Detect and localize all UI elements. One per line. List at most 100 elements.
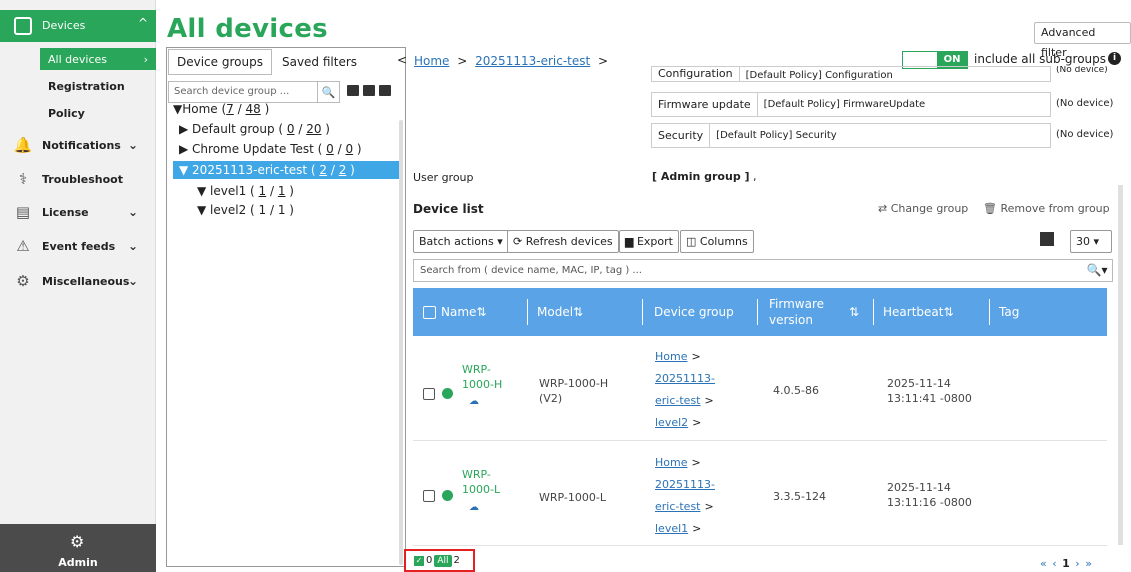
page-size-select[interactable]: 30 ▾: [1070, 230, 1112, 253]
user-group-label: User group: [413, 171, 474, 184]
folder-add-icon[interactable]: [379, 85, 391, 96]
group-link[interactable]: 20251113-: [655, 372, 715, 385]
batch-actions-button[interactable]: Batch actions ▾: [413, 230, 509, 253]
chevron-down-icon: ⌄: [127, 205, 138, 219]
collapse-panel-button[interactable]: <: [397, 53, 407, 67]
select-all-checkbox[interactable]: [423, 305, 436, 319]
policy-configuration[interactable]: Configuration [Default Policy] Configura…: [651, 66, 1051, 82]
current-page[interactable]: 1: [1062, 557, 1071, 570]
device-search[interactable]: Search from ( device name, MAC, IP, tag …: [413, 259, 1113, 282]
tab-device-groups[interactable]: Device groups: [168, 49, 272, 75]
tree-node-sep: /: [266, 184, 278, 198]
table-row[interactable]: WRP- 1000-L ☁ WRP-1000-L Home > 20251113-…: [413, 442, 1107, 546]
column-separator: [757, 299, 758, 325]
grid-view-icon[interactable]: [1040, 232, 1054, 246]
tree-node-chrome-update-test[interactable]: ▶ Chrome Update Test ( 0 / 0 ): [179, 140, 362, 158]
sidebar-item-notifications[interactable]: 🔔 Notifications ⌄: [0, 129, 156, 161]
policy-note: (No device): [1056, 98, 1114, 109]
folder-open-icon[interactable]: [363, 85, 375, 96]
group-link[interactable]: eric-test: [655, 500, 701, 513]
column-heartbeat[interactable]: Heartbeat ⇅: [873, 288, 954, 336]
sidebar-subitem-label: All devices: [48, 52, 107, 66]
chevron-up-icon: ^: [137, 16, 148, 30]
sidebar-item-miscellaneous[interactable]: ⚙ Miscellaneous ⌄: [0, 265, 156, 297]
search-icon[interactable]: 🔍: [317, 82, 339, 102]
policy-firmware-update[interactable]: Firmware update [Default Policy] Firmwar…: [651, 92, 1051, 117]
device-name-part: WRP-: [462, 363, 491, 376]
search-icon[interactable]: 🔍▾: [1082, 260, 1112, 281]
advanced-filter-button[interactable]: Advanced filter: [1034, 22, 1131, 59]
device-name-part: 1000-L: [462, 483, 501, 496]
sidebar-item-devices[interactable]: Devices ^: [0, 10, 156, 42]
sort-icon: ⇅: [849, 305, 860, 319]
sidebar-item-event-feeds[interactable]: ⚠ Event feeds ⌄: [0, 230, 156, 262]
tree-node-level1[interactable]: ▼ level1 ( 1 / 1 ): [197, 182, 294, 200]
group-link[interactable]: level2: [655, 416, 688, 429]
column-label: Firmware version: [769, 297, 824, 327]
tree-node-level2[interactable]: ▼ level2 ( 1 / 1 ): [197, 201, 294, 219]
tree-node-sep: /: [327, 163, 339, 177]
checked-icon: ✓: [414, 555, 424, 566]
row-checkbox[interactable]: [423, 490, 435, 502]
heartbeat: 2025-11-14 13:11:41 -0800: [887, 376, 972, 406]
model-part: WRP-1000-L: [539, 491, 606, 504]
device-name-link[interactable]: WRP- 1000-H: [462, 362, 512, 392]
tree-node-end: ): [353, 142, 362, 156]
tree-node-default-group[interactable]: ▶ Default group ( 0 / 20 ): [179, 120, 330, 138]
group-link[interactable]: 20251113-: [655, 478, 715, 491]
sidebar-subitem-policy[interactable]: Policy: [40, 102, 156, 124]
admin-menu[interactable]: ⚙ Admin: [0, 524, 156, 572]
device-search-input[interactable]: Search from ( device name, MAC, IP, tag …: [414, 260, 1082, 281]
last-page-button[interactable]: »: [1085, 557, 1093, 570]
column-separator: [989, 299, 990, 325]
remove-from-group-button[interactable]: 🗑 Remove from group: [983, 202, 1110, 215]
first-page-button[interactable]: «: [1040, 557, 1048, 570]
device-name-link[interactable]: WRP- 1000-L: [462, 467, 512, 497]
user-group-value: [ Admin group ] ,: [652, 170, 757, 183]
next-page-button[interactable]: ›: [1075, 557, 1080, 570]
content-scrollbar[interactable]: [1118, 185, 1123, 545]
group-link[interactable]: Home: [655, 350, 687, 363]
device-group-search-input[interactable]: Search device group ...: [169, 82, 317, 102]
online-status-icon: [442, 490, 453, 501]
all-badge[interactable]: All: [434, 554, 452, 567]
folder-icon[interactable]: [347, 85, 359, 96]
column-model[interactable]: Model ⇅: [527, 288, 583, 336]
refresh-devices-button[interactable]: ⟳ Refresh devices: [507, 230, 619, 253]
device-model: WRP-1000-L: [539, 490, 606, 505]
sidebar-item-label: Troubleshoot: [42, 172, 123, 186]
tree-node-label: ▶ Default group (: [179, 122, 287, 136]
tree-node-20251113-eric-test[interactable]: ▼ 20251113-eric-test ( 2 / 2 ): [173, 161, 401, 179]
app: Devices ^ All devices › Registration Pol…: [0, 0, 1131, 572]
group-link[interactable]: Home: [655, 456, 687, 469]
sidebar-item-license[interactable]: ▤ License ⌄: [0, 196, 156, 228]
breadcrumb: Home > 20251113-eric-test >: [414, 54, 612, 68]
export-button[interactable]: ▆ Export: [619, 230, 679, 253]
sidebar-item-troubleshoot[interactable]: ⚕ Troubleshoot: [0, 163, 156, 195]
tree-node-home[interactable]: ▼Home (7 / 48 ): [173, 100, 269, 118]
column-firmware-version[interactable]: Firmware version ⇅: [757, 288, 867, 336]
column-name[interactable]: Name ⇅: [423, 288, 486, 336]
tab-saved-filters[interactable]: Saved filters: [272, 49, 367, 75]
change-group-button[interactable]: ⇄ Change group: [878, 202, 968, 215]
table-row[interactable]: WRP- 1000-H ☁ WRP-1000-H (V2) Home > 2025…: [413, 336, 1107, 441]
group-link[interactable]: level1: [655, 522, 688, 535]
device-list-title: Device list: [413, 202, 484, 216]
tree-node-total: 48: [245, 102, 261, 116]
sidebar-subitem-registration[interactable]: Registration: [40, 75, 156, 97]
policy-security[interactable]: Security [Default Policy] Security: [651, 123, 1051, 148]
prev-page-button[interactable]: ‹: [1052, 557, 1057, 570]
sidebar-item-label: Devices: [42, 19, 86, 32]
stethoscope-icon: ⚕: [18, 170, 28, 188]
row-checkbox[interactable]: [423, 388, 435, 400]
model-part: (V2): [539, 392, 563, 405]
device-icon: [14, 17, 32, 35]
breadcrumb-group[interactable]: 20251113-eric-test: [475, 54, 590, 68]
tree-node-sep: /: [294, 122, 307, 136]
sidebar-subitem-all-devices[interactable]: All devices ›: [40, 48, 156, 70]
columns-button[interactable]: ◫ Columns: [680, 230, 754, 253]
info-icon[interactable]: i: [1108, 52, 1121, 65]
breadcrumb-home[interactable]: Home: [414, 54, 449, 68]
tree-scrollbar[interactable]: [399, 120, 403, 565]
group-link[interactable]: eric-test: [655, 394, 701, 407]
